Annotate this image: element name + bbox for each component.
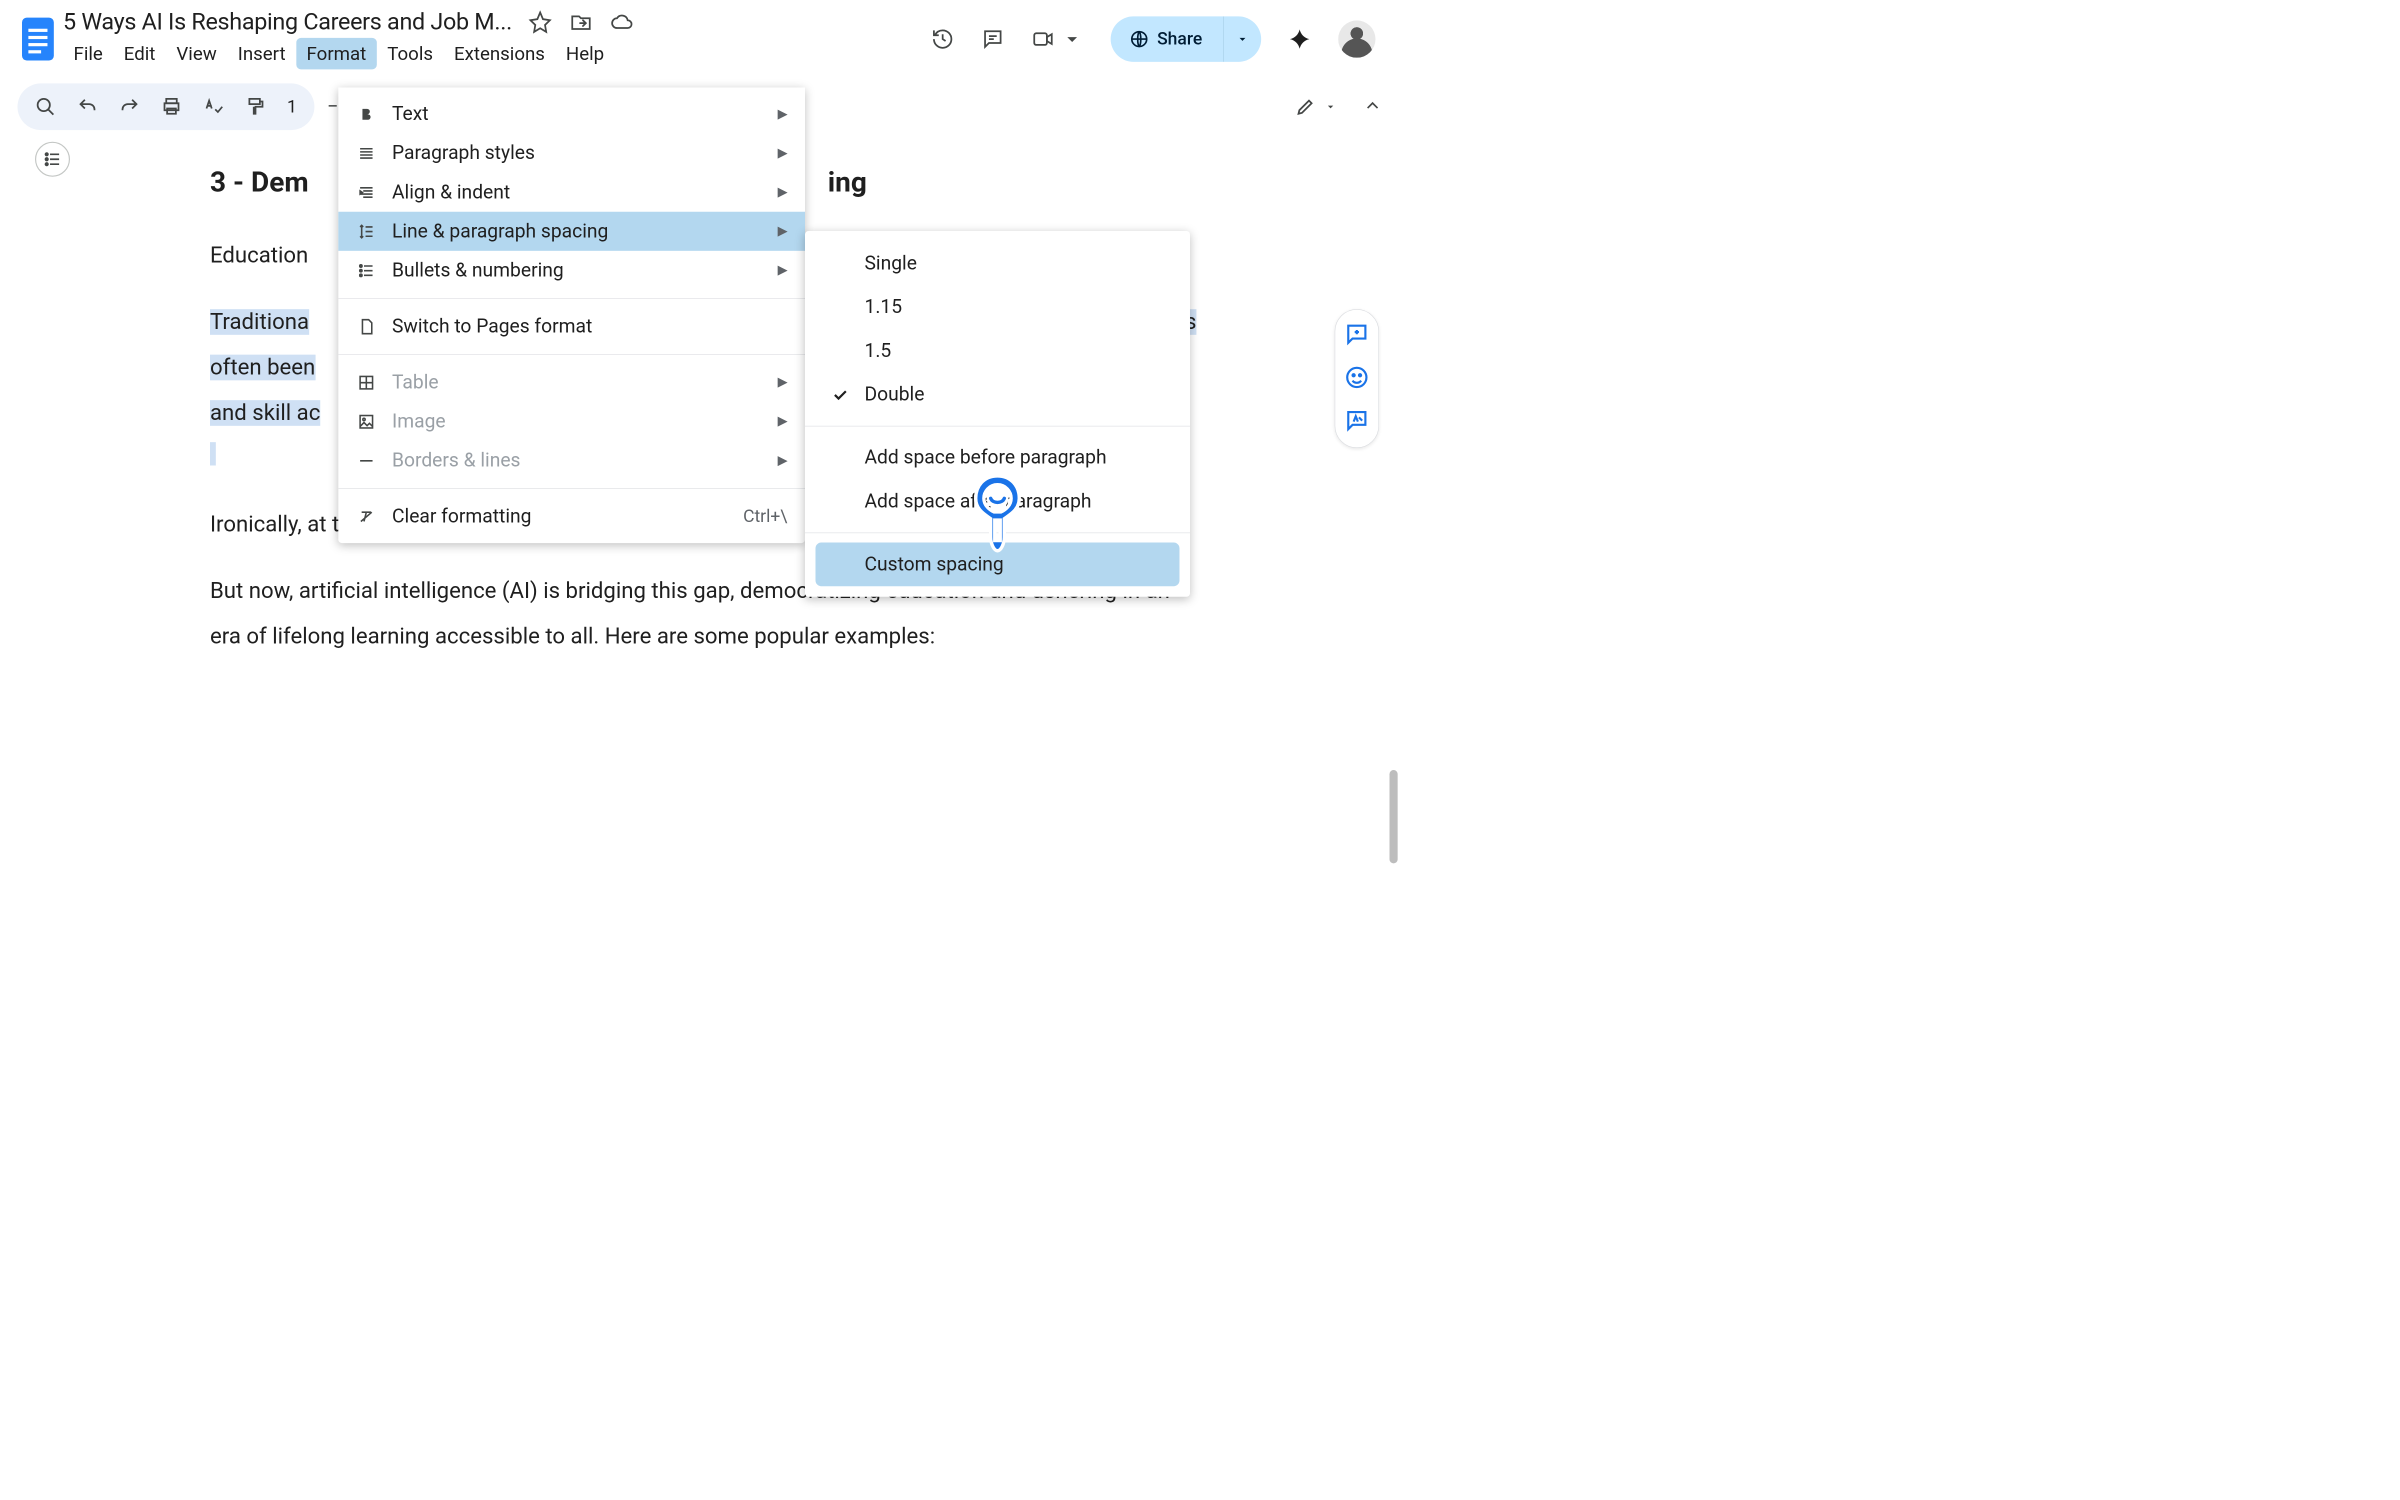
font-size-minus[interactable]: − (327, 95, 338, 118)
spacing-115[interactable]: 1.15 (805, 285, 1190, 329)
undo-icon[interactable] (77, 96, 98, 117)
bullets-icon (356, 261, 377, 280)
format-switch-pages[interactable]: Switch to Pages format (338, 307, 805, 346)
format-paragraph-styles[interactable]: Paragraph styles▶ (338, 134, 805, 173)
share-button[interactable]: Share (1110, 16, 1223, 61)
paint-format-icon[interactable] (245, 96, 266, 117)
vertical-scrollbar[interactable] (1389, 770, 1397, 863)
share-dropdown[interactable] (1223, 16, 1261, 61)
show-outline-button[interactable] (35, 142, 70, 177)
spacing-double[interactable]: Double (805, 373, 1190, 417)
add-comment-icon[interactable] (1344, 321, 1370, 349)
pointer-cursor-overlay (962, 472, 1032, 556)
gemini-icon[interactable] (1288, 27, 1311, 50)
move-icon[interactable] (569, 10, 592, 33)
clear-format-icon (356, 507, 377, 526)
menu-tools[interactable]: Tools (377, 38, 444, 69)
check-icon (828, 386, 851, 403)
history-icon[interactable] (931, 27, 954, 50)
clear-format-shortcut: Ctrl+\ (743, 506, 787, 526)
editing-mode-button[interactable] (1295, 96, 1337, 117)
app-header: 5 Ways AI Is Reshaping Careers and Job M… (0, 0, 1400, 69)
spacing-single[interactable]: Single (805, 241, 1190, 285)
format-bullets-numbering[interactable]: Bullets & numbering▶ (338, 251, 805, 290)
menu-extensions[interactable]: Extensions (443, 38, 555, 69)
format-clear-formatting[interactable]: Clear formatting Ctrl+\ (338, 497, 805, 536)
format-image: Image▶ (338, 402, 805, 441)
star-icon[interactable] (528, 10, 551, 33)
format-text[interactable]: Text▶ (338, 94, 805, 133)
docs-logo-icon[interactable] (17, 13, 58, 65)
menu-view[interactable]: View (166, 38, 227, 69)
print-icon[interactable] (161, 96, 182, 117)
menu-file[interactable]: File (63, 38, 113, 69)
line-spacing-icon (356, 222, 377, 241)
side-insert-panel (1335, 309, 1379, 448)
suggest-edits-icon[interactable] (1344, 408, 1370, 436)
redo-icon[interactable] (119, 96, 140, 117)
menu-bar: File Edit View Insert Format Tools Exten… (63, 38, 633, 69)
cloud-status-icon[interactable] (610, 10, 633, 33)
meet-icon[interactable] (1031, 27, 1054, 50)
format-line-spacing[interactable]: Line & paragraph spacing▶ (338, 212, 805, 251)
meet-dropdown-icon[interactable] (1060, 27, 1083, 50)
align-indent-icon (356, 183, 377, 202)
collapse-toolbar-icon[interactable] (1363, 96, 1383, 118)
image-icon (356, 412, 377, 431)
page-icon (356, 317, 377, 336)
search-icon[interactable] (35, 96, 56, 117)
comment-icon[interactable] (981, 27, 1004, 50)
zoom-value[interactable]: 1 (287, 97, 297, 117)
share-label: Share (1157, 29, 1202, 49)
menu-edit[interactable]: Edit (113, 38, 166, 69)
document-title[interactable]: 5 Ways AI Is Reshaping Careers and Job M… (63, 8, 512, 35)
format-borders-lines: Borders & lines▶ (338, 441, 805, 480)
menu-format[interactable]: Format (296, 38, 377, 69)
format-menu-dropdown: Text▶ Paragraph styles▶ Align & indent▶ … (338, 87, 805, 543)
share-button-group: Share (1110, 16, 1261, 61)
table-icon (356, 373, 377, 392)
account-avatar[interactable] (1338, 20, 1375, 57)
spellcheck-icon[interactable] (203, 96, 224, 117)
toolbar: 1 (17, 83, 314, 130)
menu-insert[interactable]: Insert (227, 38, 296, 69)
emoji-reaction-icon[interactable] (1344, 365, 1370, 393)
format-table: Table▶ (338, 363, 805, 402)
bold-icon (356, 105, 377, 124)
format-align-indent[interactable]: Align & indent▶ (338, 173, 805, 212)
spacing-15[interactable]: 1.5 (805, 329, 1190, 373)
menu-help[interactable]: Help (555, 38, 614, 69)
paragraph-styles-icon (356, 144, 377, 163)
borders-icon (356, 451, 377, 470)
